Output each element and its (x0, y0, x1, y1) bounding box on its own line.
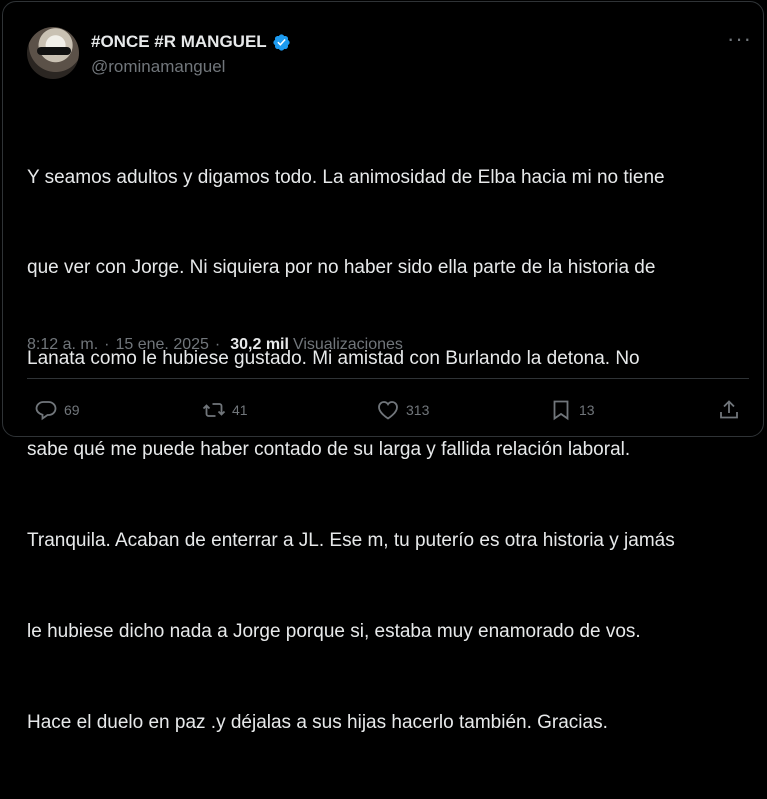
reply-count: 69 (64, 402, 80, 418)
views-count: 30,2 mil (230, 336, 289, 353)
bookmark-button[interactable]: 13 (549, 394, 595, 426)
meta-separator: · (104, 336, 110, 353)
share-icon (720, 400, 738, 419)
display-name[interactable]: #ONCE #R MANGUEL (91, 32, 267, 52)
share-button[interactable] (717, 394, 741, 426)
tweet-line: le hubiese dicho nada a Jorge porque si,… (27, 621, 641, 643)
reply-icon (35, 401, 57, 421)
action-bar: 69 41 313 13 (27, 394, 749, 426)
views-label: Visualizaciones (292, 336, 403, 353)
like-button[interactable]: 313 (376, 394, 429, 426)
tweet-line: que ver con Jorge. Ni siquiera por no ha… (27, 257, 656, 279)
tweet-date[interactable]: 15 ene. 2025 (115, 336, 208, 354)
tweet-text: Y seamos adultos y digamos todo. La anim… (27, 102, 752, 799)
tweet-line: Hace el duelo en paz .y déjalas a sus hi… (27, 711, 608, 733)
like-count: 313 (406, 402, 430, 418)
bookmark-icon (553, 400, 569, 421)
retweet-icon (202, 403, 226, 417)
tweet-line: Y seamos adultos y digamos todo. La anim… (27, 166, 665, 188)
avatar[interactable] (27, 27, 79, 79)
more-options-icon[interactable]: ··· (727, 28, 751, 52)
tweet-line: Tranquila. Acaban de enterrar a JL. Ese … (27, 530, 675, 552)
tweet-line: sabe qué me puede haber contado de su la… (27, 439, 631, 461)
meta-separator: · (214, 336, 221, 353)
reply-button[interactable]: 69 (34, 394, 80, 426)
author-name-row: #ONCE #R MANGUEL (91, 31, 291, 53)
bookmark-count: 13 (579, 402, 595, 418)
divider (27, 378, 749, 379)
verified-badge-icon (273, 33, 290, 51)
tweet-time[interactable]: 8:12 a. m. (27, 336, 98, 354)
tweet-card: #ONCE #R MANGUEL @rominamanguel ··· Y se… (2, 1, 764, 733)
retweet-count: 41 (232, 402, 248, 418)
heart-icon (378, 401, 398, 420)
retweet-button[interactable]: 41 (202, 394, 248, 426)
handle[interactable]: @rominamanguel (91, 57, 225, 77)
tweet-meta: 8:12 a. m. · 15 ene. 2025 · 30,2 mil Vis… (27, 336, 403, 354)
